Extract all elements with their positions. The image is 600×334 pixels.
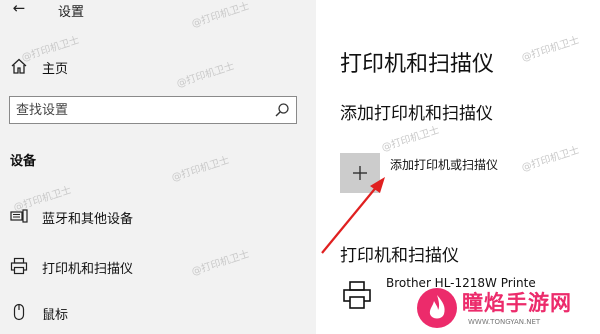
sidebar-item-mouse[interactable]: 鼠标 [10, 301, 310, 325]
back-arrow-icon: ← [12, 0, 26, 17]
sidebar-item-label: 主页 [42, 62, 69, 77]
section-heading-devices: 设备 [10, 154, 37, 169]
add-printer-label[interactable]: 添加打印机或扫描仪 [390, 156, 498, 173]
sidebar-item-label: 打印机和扫描仪 [42, 262, 134, 277]
mouse-icon [13, 303, 25, 321]
page-title: 打印机和扫描仪 [340, 52, 495, 77]
sidebar-item-bluetooth[interactable]: 蓝牙和其他设备 [10, 205, 310, 229]
plus-icon [353, 166, 367, 180]
search-icon[interactable] [274, 102, 290, 118]
flame-logo-icon [417, 288, 457, 328]
printer-icon [10, 257, 28, 275]
back-button[interactable]: ← [8, 0, 30, 18]
sidebar-item-label: 鼠标 [42, 308, 69, 323]
sidebar-item-printers[interactable]: 打印机和扫描仪 [10, 255, 310, 279]
sidebar-item-label: 蓝牙和其他设备 [42, 212, 134, 227]
add-section-title: 添加打印机和扫描仪 [340, 104, 493, 124]
site-logo: 瞳焰手游网 WWW.TONGYAN.NET [416, 285, 600, 334]
logo-url: WWW.TONGYAN.NET [468, 318, 541, 326]
sidebar-item-home[interactable]: 主页 [10, 55, 310, 79]
printer-icon [343, 281, 371, 309]
search-input[interactable] [16, 100, 266, 120]
search-box[interactable] [9, 96, 297, 124]
app-title: 设置 [58, 5, 85, 20]
printer-list-heading: 打印机和扫描仪 [340, 246, 459, 266]
add-printer-button[interactable] [340, 153, 380, 193]
logo-name: 瞳焰手游网 [462, 291, 572, 315]
